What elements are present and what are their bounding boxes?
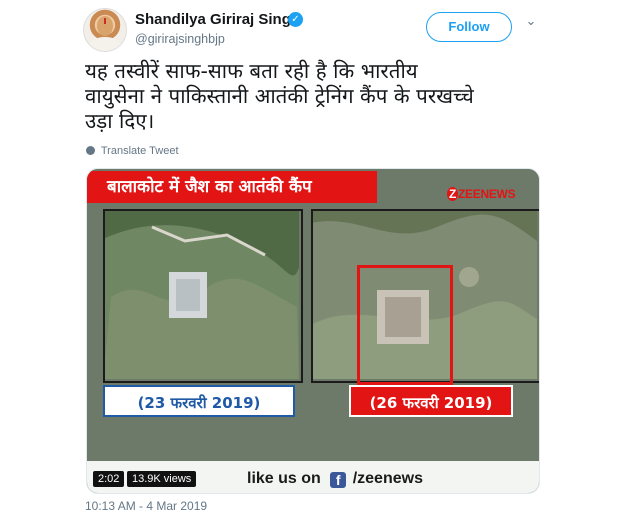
translate-tweet-link[interactable]: Translate Tweet — [86, 145, 179, 157]
date-label-left: (23 फरवरी 2019) — [103, 385, 295, 417]
zee-news-logo-text: ZEENEWS — [458, 187, 516, 201]
zee-news-logo: Z ZEENEWS — [447, 187, 516, 201]
tweet-timestamp[interactable]: 10:13 AM - 4 Mar 2019 — [85, 499, 207, 513]
date-label-right: (26 फरवरी 2019) — [349, 385, 513, 417]
video-duration: 2:02 — [93, 471, 125, 487]
tweet-text: यह तस्वीरें साफ-साफ बता रही है कि भारतीय… — [85, 59, 555, 134]
left-image-frame — [103, 209, 303, 383]
author-name[interactable]: Shandilya Giriraj Singh — [135, 11, 300, 28]
chevron-down-icon[interactable]: ⌄ — [523, 14, 539, 30]
like-prefix: like us on — [247, 470, 321, 487]
tweet-text-line-3: उड़ा दिए। — [85, 109, 155, 133]
author-handle[interactable]: @girirajsinghbjp — [135, 32, 225, 46]
tweet-text-line-2: वायुसेना ने पाकिस्तानी आतंकी ट्रेनिंग कै… — [85, 84, 474, 108]
media-banner: बालाकोट में जैश का आतंकी कैंप — [87, 171, 377, 203]
video-views: 13.9K views — [127, 471, 197, 487]
avatar-shirt — [89, 37, 121, 51]
avatar[interactable] — [83, 8, 127, 52]
avatar-tilak — [104, 18, 106, 24]
tweet-media[interactable]: बालाकोट में जैश का आतंकी कैंप Z ZEENEWS (… — [86, 168, 540, 494]
like-suffix: /zeenews — [352, 470, 423, 487]
globe-icon — [86, 146, 95, 155]
translate-tweet-label: Translate Tweet — [100, 145, 179, 157]
verified-badge-icon: ✓ — [288, 12, 303, 27]
tweet-text-line-1: यह तस्वीरें साफ-साफ बता रही है कि भारतीय — [85, 59, 418, 83]
follow-button[interactable]: Follow — [426, 12, 512, 42]
highlight-box — [357, 265, 453, 385]
facebook-promo: like us on f /zeenews — [247, 470, 423, 488]
facebook-icon: f — [330, 472, 347, 488]
